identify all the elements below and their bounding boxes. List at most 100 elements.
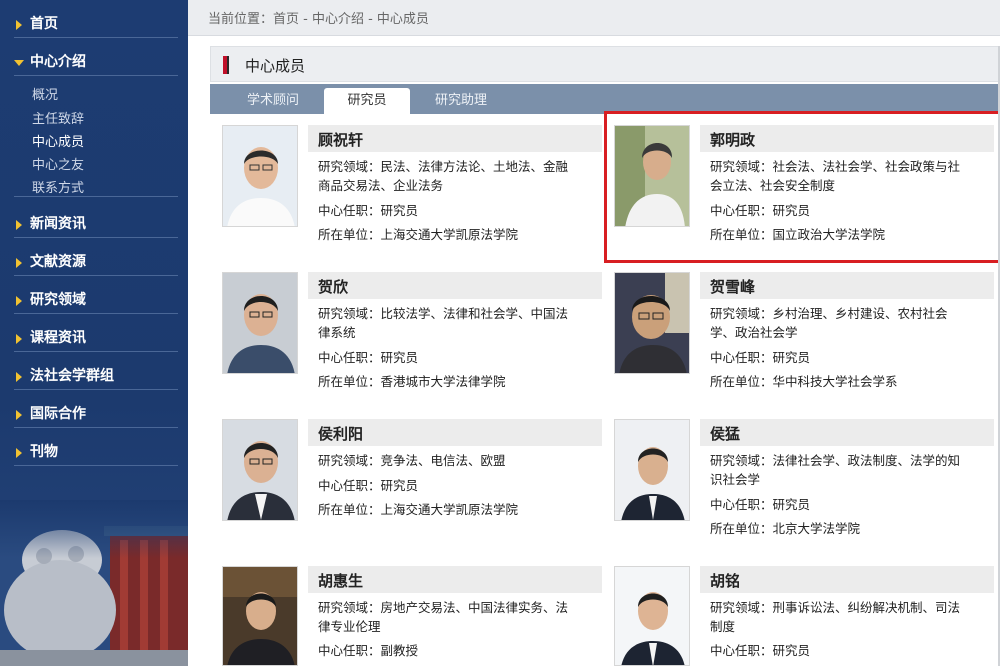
member-card: 胡铭 研究领域：刑事诉讼法、纠纷解决机制、司法 制度 中心任职：研究员: [614, 566, 994, 666]
name-bar: 顾祝轩: [308, 125, 602, 152]
member-name[interactable]: 贺欣: [318, 276, 348, 297]
nav-label: 中心介绍: [30, 54, 86, 70]
member-photo[interactable]: [222, 566, 298, 666]
member-photo[interactable]: [222, 419, 298, 521]
name-bar: 贺欣: [308, 272, 602, 299]
section-marker-icon: [223, 56, 229, 74]
member-role: 中心任职：研究员: [318, 203, 419, 218]
member-card: 贺欣 研究领域：比较法学、法律和社会学、中国法 律系统 中心任职：研究员 所在单…: [222, 272, 602, 402]
member-field-cont: 律专业伦理: [318, 619, 381, 634]
nav-label: 课程资讯: [30, 330, 86, 346]
section-header: 中心成员: [210, 46, 1000, 82]
main-content: 当前位置：首页 - 中心介绍 - 中心成员 中心成员 学术顾问 研究员 研究助理…: [188, 0, 1000, 666]
member-field-cont: 识社会学: [710, 472, 761, 487]
member-role: 中心任职：研究员: [318, 478, 419, 493]
person-portrait-icon: [615, 126, 689, 226]
stone-lion-decoration: [0, 500, 188, 666]
name-bar: 胡惠生: [308, 566, 602, 593]
member-unit: 所在单位：上海交通大学凯原法学院: [318, 227, 519, 242]
triangle-right-icon: [16, 448, 22, 458]
tab-researchers[interactable]: 研究员: [324, 88, 410, 114]
triangle-right-icon: [16, 334, 22, 344]
person-portrait-icon: [223, 567, 297, 665]
member-photo[interactable]: [614, 566, 690, 666]
name-bar: 胡铭: [700, 566, 994, 593]
member-field: 研究领域：法律社会学、政法制度、法学的知: [710, 453, 961, 468]
nav-literature[interactable]: 文献资源: [14, 250, 178, 276]
member-name[interactable]: 顾祝轩: [318, 129, 363, 150]
member-field: 研究领域：民法、法律方法论、土地法、金融: [318, 159, 569, 174]
member-photo[interactable]: [222, 125, 298, 227]
member-role: 中心任职：研究员: [710, 350, 811, 365]
member-name[interactable]: 侯猛: [710, 423, 740, 444]
member-field: 研究领域：比较法学、法律和社会学、中国法: [318, 306, 569, 321]
member-name[interactable]: 胡惠生: [318, 570, 363, 591]
name-bar: 郭明政: [700, 125, 994, 152]
nav-courses[interactable]: 课程资讯: [14, 326, 178, 352]
member-name[interactable]: 胡铭: [710, 570, 740, 591]
member-name[interactable]: 贺雪峰: [710, 276, 755, 297]
member-field-cont: 制度: [710, 619, 736, 634]
nav-international[interactable]: 国际合作: [14, 402, 178, 428]
member-field: 研究领域：乡村治理、乡村建设、农村社会: [710, 306, 948, 321]
nav-home[interactable]: 首页: [14, 12, 178, 38]
name-bar: 贺雪峰: [700, 272, 994, 299]
nav-label: 研究领域: [30, 292, 86, 308]
name-bar: 侯利阳: [308, 419, 602, 446]
member-card: 郭明政 研究领域：社会法、法社会学、社会政策与社 会立法、社会安全制度 中心任职…: [614, 125, 994, 255]
breadcrumb: 当前位置：首页 - 中心介绍 - 中心成员: [208, 12, 429, 27]
person-portrait-icon: [223, 126, 297, 226]
nav-research-areas[interactable]: 研究领域: [14, 288, 178, 314]
name-bar: 侯猛: [700, 419, 994, 446]
nav-label: 刊物: [30, 444, 58, 460]
tab-bar: 学术顾问 研究员 研究助理: [210, 84, 1000, 114]
tab-academic-advisors[interactable]: 学术顾问: [230, 88, 316, 114]
person-portrait-icon: [223, 273, 297, 373]
subnav-director-message[interactable]: 主任致辞: [32, 108, 84, 127]
member-photo[interactable]: [614, 419, 690, 521]
member-card: 顾祝轩 研究领域：民法、法律方法论、土地法、金融 商品交易法、企业法务 中心任职…: [222, 125, 602, 255]
member-field: 研究领域：社会法、法社会学、社会政策与社: [710, 159, 961, 174]
subnav-contact[interactable]: 联系方式: [32, 177, 84, 196]
member-photo[interactable]: [614, 272, 690, 374]
member-field: 研究领域：房地产交易法、中国法律实务、法: [318, 600, 569, 615]
section-title: 中心成员: [245, 57, 306, 75]
member-name[interactable]: 侯利阳: [318, 423, 363, 444]
subnav-friends[interactable]: 中心之友: [32, 154, 84, 173]
nav-center-intro[interactable]: 中心介绍: [14, 50, 178, 76]
triangle-right-icon: [16, 410, 22, 420]
breadcrumb-bar: 当前位置：首页 - 中心介绍 - 中心成员: [188, 0, 1000, 36]
subnav-members[interactable]: 中心成员: [32, 131, 84, 150]
person-portrait-icon: [223, 420, 297, 520]
nav-publications[interactable]: 刊物: [14, 440, 178, 466]
nav-label: 法社会学群组: [30, 368, 114, 384]
member-unit: 所在单位：上海交通大学凯原法学院: [318, 502, 519, 517]
triangle-down-icon: [14, 60, 24, 66]
member-unit: 所在单位：华中科技大学社会学系: [710, 374, 898, 389]
person-portrait-icon: [615, 567, 689, 665]
triangle-right-icon: [16, 296, 22, 306]
sidebar: 首页 中心介绍 概况 主任致辞 中心成员 中心之友 联系方式 新闻资讯 文献资源…: [0, 0, 188, 666]
tab-research-assistants[interactable]: 研究助理: [418, 88, 504, 114]
member-role: 中心任职：研究员: [710, 643, 811, 658]
triangle-right-icon: [16, 372, 22, 382]
member-field-cont: 律系统: [318, 325, 356, 340]
member-role: 中心任职：研究员: [710, 203, 811, 218]
triangle-right-icon: [16, 258, 22, 268]
member-role: 中心任职：研究员: [318, 350, 419, 365]
subnav-overview[interactable]: 概况: [32, 84, 58, 103]
member-field-cont: 会立法、社会安全制度: [710, 178, 836, 193]
member-field-cont: 学、政治社会学: [710, 325, 798, 340]
member-name[interactable]: 郭明政: [710, 129, 755, 150]
nav-news[interactable]: 新闻资讯: [14, 212, 178, 238]
nav-law-sociology-group[interactable]: 法社会学群组: [14, 364, 178, 390]
member-field: 研究领域：刑事诉讼法、纠纷解决机制、司法: [710, 600, 961, 615]
nav-label: 首页: [30, 16, 58, 32]
member-card: 侯利阳 研究领域：竞争法、电信法、欧盟 中心任职：研究员 所在单位：上海交通大学…: [222, 419, 602, 549]
member-photo[interactable]: [222, 272, 298, 374]
member-photo[interactable]: [614, 125, 690, 227]
member-card: 侯猛 研究领域：法律社会学、政法制度、法学的知 识社会学 中心任职：研究员 所在…: [614, 419, 994, 549]
nav-label: 新闻资讯: [30, 216, 86, 232]
triangle-right-icon: [16, 20, 22, 30]
nav-label: 国际合作: [30, 406, 86, 422]
